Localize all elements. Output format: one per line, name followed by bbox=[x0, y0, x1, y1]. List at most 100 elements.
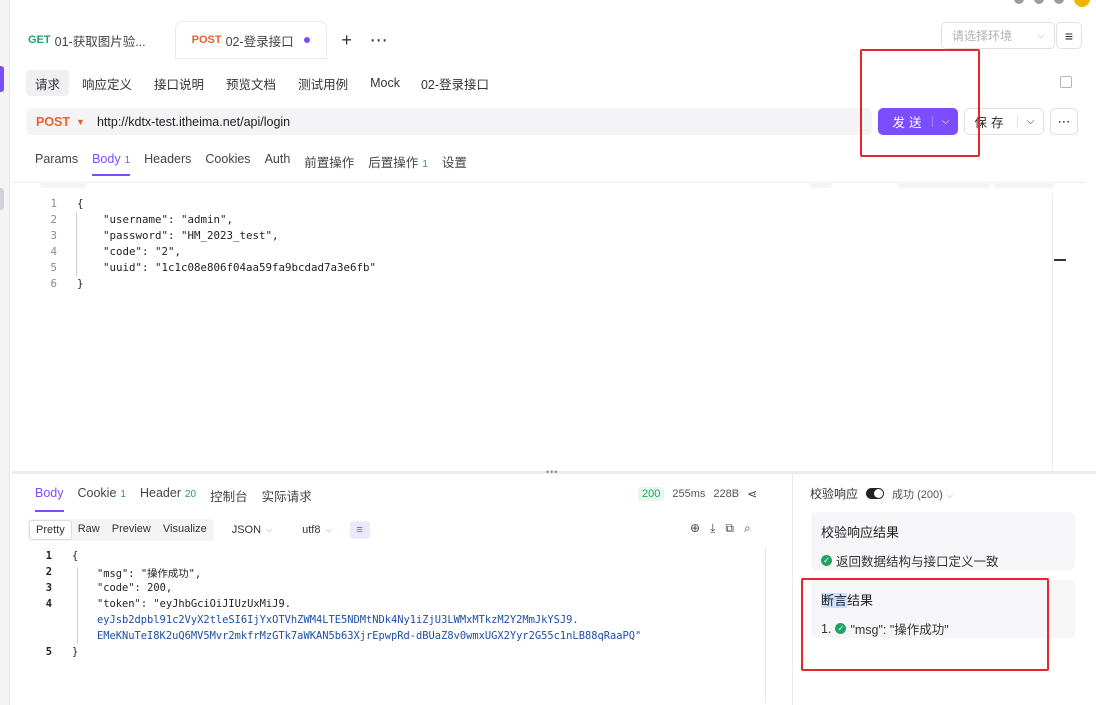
window-icon[interactable] bbox=[1054, 0, 1064, 4]
format-value: JSON bbox=[231, 524, 262, 536]
code-text: EMeKNuTeI8K2uQ6MV5Mvr2mkfrMzGTk7aWKAN5b6… bbox=[97, 630, 642, 642]
tab-console[interactable]: 控制台 bbox=[210, 486, 248, 512]
code-text: "username": "admin", bbox=[77, 212, 234, 226]
avatar[interactable] bbox=[1074, 0, 1090, 7]
indent-guide bbox=[77, 567, 78, 644]
side-panel-icon[interactable] bbox=[1060, 76, 1072, 88]
tab-response-header[interactable]: Header 20 bbox=[140, 486, 196, 512]
line-number: 5 bbox=[50, 260, 57, 274]
param-tabs: Params Body 1 Headers Cookies Auth 前置操作 后… bbox=[35, 152, 467, 182]
code-text: } bbox=[72, 646, 79, 658]
code-text: "code": "2", bbox=[77, 244, 182, 258]
tab-preview-doc[interactable]: 预览文档 bbox=[217, 70, 285, 96]
line-number: 5 bbox=[45, 646, 52, 658]
drag-handle-icon[interactable]: ••• bbox=[546, 467, 558, 477]
tab-headers[interactable]: Headers bbox=[144, 152, 191, 174]
line-number: 4 bbox=[50, 244, 57, 258]
code-line: 4 "token": "eyJhbGciOiJIUzUxMiJ9. bbox=[30, 596, 291, 612]
tab-response-cookie[interactable]: Cookie 1 bbox=[78, 486, 126, 512]
method-select[interactable]: POST ▼ bbox=[26, 115, 95, 129]
response-meta: 200 255ms 228B ⋖ bbox=[638, 486, 757, 502]
view-preview[interactable]: Preview bbox=[106, 520, 157, 540]
tab-params[interactable]: Params bbox=[35, 152, 78, 174]
validation-toggle-label: 校验响应 bbox=[810, 487, 859, 501]
tab-label: Auth bbox=[264, 152, 291, 166]
window-icon[interactable] bbox=[1034, 0, 1044, 4]
request-body-editor[interactable]: 1{ 2 "username": "admin", 3 "password": … bbox=[30, 192, 1054, 470]
tab-body[interactable]: Body 1 bbox=[92, 152, 131, 176]
line-number: 1 bbox=[45, 550, 52, 562]
validation-toggle[interactable] bbox=[866, 488, 885, 499]
response-size: 228B bbox=[713, 488, 740, 500]
tab-cookies[interactable]: Cookies bbox=[205, 152, 250, 174]
code-line: 4 "code": "2", bbox=[30, 243, 181, 259]
tab-response-definition[interactable]: 响应定义 bbox=[73, 70, 141, 96]
code-line: 6} bbox=[30, 275, 83, 291]
tab-actual-request[interactable]: 实际请求 bbox=[262, 486, 312, 512]
chevron-down-icon[interactable]: ⌵ bbox=[1017, 116, 1043, 127]
tab-post-ops[interactable]: 后置操作 1 bbox=[368, 152, 428, 179]
tab-test-cases[interactable]: 测试用例 bbox=[289, 70, 357, 96]
tab-label: 实际请求 bbox=[261, 490, 312, 504]
unsaved-dot bbox=[303, 37, 310, 43]
line-number: 2 bbox=[45, 566, 52, 578]
indent-guide bbox=[76, 212, 77, 276]
tab-settings[interactable]: 设置 bbox=[442, 152, 467, 179]
download-icon[interactable]: ⤓ bbox=[710, 521, 715, 536]
plus-icon[interactable]: + bbox=[332, 25, 362, 55]
code-text: "msg": "操作成功", bbox=[72, 567, 202, 580]
tab-label: 控制台 bbox=[210, 490, 248, 504]
method-label: GET bbox=[28, 34, 51, 46]
count-badge: 1 bbox=[124, 155, 131, 166]
rail-marker[interactable] bbox=[0, 188, 4, 210]
chevron-down-icon: ⌵ bbox=[946, 490, 953, 500]
response-body-viewer[interactable]: 1{ 2 "msg": "操作成功", 3 "code": 200, 4 "to… bbox=[30, 548, 760, 698]
tab-api-description[interactable]: 接口说明 bbox=[145, 70, 213, 96]
code-line: 1{ bbox=[30, 548, 79, 564]
tab-label: 后置操作 bbox=[368, 156, 419, 170]
response-time: 255ms bbox=[672, 488, 706, 500]
code-line: 3 "password": "HM_2023_test", bbox=[30, 227, 278, 243]
editor-scrollbar[interactable] bbox=[1052, 194, 1053, 470]
line-number: 3 bbox=[50, 228, 57, 242]
top-icons bbox=[1014, 0, 1096, 7]
validation-result-text: 返回数据结构与接口定义一致 bbox=[836, 555, 999, 569]
window-icon[interactable] bbox=[1014, 0, 1024, 4]
count-badge: 20 bbox=[184, 489, 197, 500]
tab-get-captcha[interactable]: GET 01-获取图片验... bbox=[12, 22, 162, 58]
more-icon[interactable]: ⋯ bbox=[364, 25, 394, 55]
tab-pre-ops[interactable]: 前置操作 bbox=[304, 152, 354, 179]
url-input[interactable]: http://kdtx-test.itheima.net/api/login bbox=[97, 115, 290, 129]
copy-icon[interactable]: ⧉ bbox=[725, 521, 734, 536]
tab-auth[interactable]: Auth bbox=[265, 152, 291, 174]
share-icon[interactable]: ⋖ bbox=[747, 487, 757, 501]
format-select[interactable]: JSON ⌵ bbox=[232, 524, 272, 536]
view-visualize[interactable]: Visualize bbox=[157, 520, 213, 540]
tab-mock[interactable]: Mock bbox=[361, 70, 409, 96]
line-number: 4 bbox=[45, 598, 52, 610]
tab-request[interactable]: 请求 bbox=[26, 70, 70, 96]
env-select[interactable]: 请选择环境 ⌵ bbox=[941, 22, 1055, 49]
divider bbox=[792, 474, 793, 705]
tab-post-login[interactable]: POST 02-登录接口 bbox=[175, 22, 326, 58]
tab-response-body[interactable]: Body bbox=[35, 486, 64, 512]
extract-icon[interactable]: ⊕ bbox=[690, 521, 700, 536]
validation-status-select[interactable]: 成功 (200) ⌵ bbox=[892, 486, 953, 502]
count-badge: 1 bbox=[422, 159, 428, 170]
highlight-box-assertion bbox=[801, 578, 1049, 671]
wrap-lines-icon[interactable]: ≡ bbox=[349, 521, 370, 539]
tab-label: Headers bbox=[144, 152, 192, 166]
code-line-wrapped: eyJsb2dpbl91c2VyX2tleSI6IjYxOTVhZWM4LTE5… bbox=[30, 612, 579, 628]
response-scrollbar[interactable] bbox=[765, 548, 766, 703]
rail-active-marker[interactable] bbox=[0, 66, 4, 92]
search-icon[interactable]: ⌕ bbox=[744, 521, 751, 536]
code-line: 1{ bbox=[30, 195, 83, 211]
status-badge: 200 bbox=[638, 487, 665, 501]
view-pretty[interactable]: Pretty bbox=[29, 520, 72, 540]
menu-icon[interactable]: ≡ bbox=[1056, 22, 1082, 49]
code-line: 2 "username": "admin", bbox=[30, 211, 233, 227]
view-raw[interactable]: Raw bbox=[72, 520, 106, 540]
body-toolbar-edge bbox=[40, 182, 86, 188]
encoding-select[interactable]: utf8 ⌵ bbox=[302, 524, 331, 536]
more-icon[interactable]: ⋯ bbox=[1050, 108, 1078, 135]
